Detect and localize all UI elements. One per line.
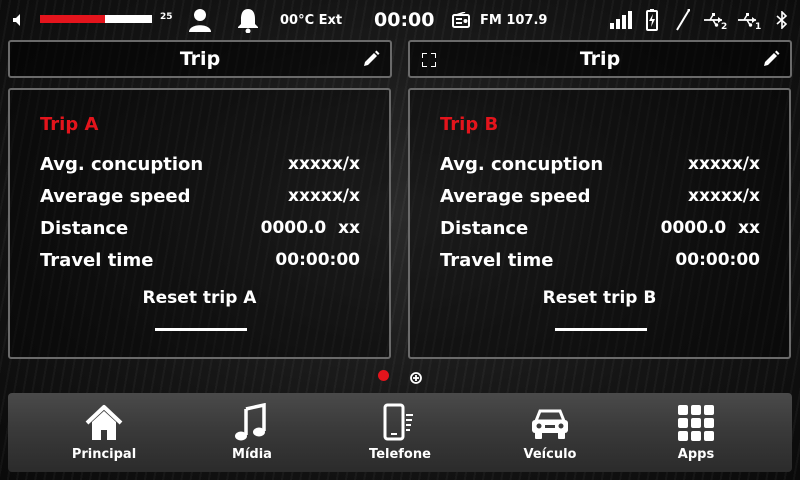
trip-name: Trip A bbox=[40, 114, 99, 135]
usb-icon bbox=[738, 0, 758, 40]
battery-icon bbox=[646, 0, 658, 40]
reset-wrap: Reset trip B bbox=[410, 288, 789, 308]
phone-icon bbox=[380, 403, 420, 443]
stat-row: Travel time 00:00:00 bbox=[40, 250, 360, 276]
nav-label: Telefone bbox=[369, 447, 431, 462]
apps-grid-icon bbox=[676, 403, 716, 443]
usb-icon bbox=[704, 0, 724, 40]
stat-value: 0000.0 xx bbox=[260, 218, 360, 238]
radio-frequency: FM 107.9 bbox=[480, 12, 548, 28]
trip-name: Trip B bbox=[440, 114, 499, 135]
reset-underline bbox=[555, 328, 647, 331]
nav-principal[interactable]: Principal bbox=[44, 393, 164, 472]
stat-row: Travel time 00:00:00 bbox=[440, 250, 760, 276]
nav-midia[interactable]: Mídia bbox=[192, 393, 312, 472]
nav-label: Apps bbox=[677, 447, 715, 462]
stat-row: Average speed xxxxx/x bbox=[40, 186, 360, 212]
stat-value: xxxxx/x bbox=[287, 186, 360, 206]
status-bar: 25 00°C Ext 00:00 FM 107.9 2 1 bbox=[0, 0, 800, 40]
nav-telefone[interactable]: Telefone bbox=[340, 393, 460, 472]
stat-value: 00:00:00 bbox=[675, 250, 760, 270]
bluetooth-icon bbox=[776, 0, 788, 40]
user-icon[interactable] bbox=[188, 0, 212, 40]
stat-value: 0000.0 xx bbox=[660, 218, 760, 238]
stat-row: Distance 0000.0 xx bbox=[440, 218, 760, 244]
trip-card-a: Trip A Avg. concuption xxxxx/x Average s… bbox=[8, 88, 391, 359]
panel-title: Trip bbox=[179, 48, 221, 70]
radio-icon[interactable] bbox=[452, 0, 470, 40]
stat-label: Avg. concuption bbox=[40, 154, 204, 175]
stat-label: Average speed bbox=[40, 186, 191, 207]
usb-port-number: 1 bbox=[755, 22, 762, 32]
clock: 00:00 bbox=[374, 9, 435, 31]
panel-header-left: Trip bbox=[8, 40, 392, 78]
nav-label: Veículo bbox=[523, 447, 577, 462]
stat-label: Distance bbox=[440, 218, 529, 239]
trip-card-b: Trip B Avg. concuption xxxxx/x Average s… bbox=[408, 88, 791, 359]
reset-wrap: Reset trip A bbox=[10, 288, 389, 308]
stat-label: Avg. concuption bbox=[440, 154, 604, 175]
usb-port-number: 2 bbox=[721, 22, 728, 32]
add-page-icon[interactable] bbox=[410, 369, 422, 388]
speaker-icon[interactable] bbox=[12, 0, 26, 40]
stat-row: Avg. concuption xxxxx/x bbox=[440, 154, 760, 180]
stat-value: xxxxx/x bbox=[287, 154, 360, 174]
stat-row: Average speed xxxxx/x bbox=[440, 186, 760, 212]
home-icon bbox=[84, 403, 124, 443]
volume-fill bbox=[40, 15, 105, 23]
stat-label: Distance bbox=[40, 218, 129, 239]
stat-label: Travel time bbox=[440, 250, 554, 271]
car-icon bbox=[530, 403, 570, 443]
volume-bar[interactable] bbox=[40, 15, 152, 23]
stat-value: xxxxx/x bbox=[687, 154, 760, 174]
antenna-icon bbox=[676, 0, 690, 40]
stat-value: 00:00:00 bbox=[275, 250, 360, 270]
page-dot-active[interactable] bbox=[378, 370, 389, 381]
nav-label: Principal bbox=[71, 447, 137, 462]
edit-pencil-icon[interactable] bbox=[762, 50, 780, 72]
volume-value: 25 bbox=[160, 12, 173, 22]
panel-header-right: Trip bbox=[408, 40, 792, 78]
nav-label: Mídia bbox=[232, 447, 272, 462]
stat-row: Distance 0000.0 xx bbox=[40, 218, 360, 244]
nav-apps[interactable]: Apps bbox=[636, 393, 756, 472]
signal-icon bbox=[610, 0, 632, 40]
nav-veiculo[interactable]: Veículo bbox=[490, 393, 610, 472]
reset-trip-button[interactable]: Reset trip B bbox=[543, 288, 657, 308]
stat-value: xxxxx/x bbox=[687, 186, 760, 206]
reset-underline bbox=[155, 328, 247, 331]
temperature-readout: 00°C Ext bbox=[280, 12, 343, 28]
stat-row: Avg. concuption xxxxx/x bbox=[40, 154, 360, 180]
bell-icon[interactable] bbox=[236, 0, 260, 40]
music-icon bbox=[232, 402, 272, 443]
panel-title: Trip bbox=[579, 48, 621, 70]
stat-label: Travel time bbox=[40, 250, 154, 271]
bottom-nav-bar: Principal Mídia Telefone Veículo Apps bbox=[8, 393, 792, 472]
edit-pencil-icon[interactable] bbox=[362, 50, 380, 72]
stat-label: Average speed bbox=[440, 186, 591, 207]
reset-trip-button[interactable]: Reset trip A bbox=[143, 288, 257, 308]
